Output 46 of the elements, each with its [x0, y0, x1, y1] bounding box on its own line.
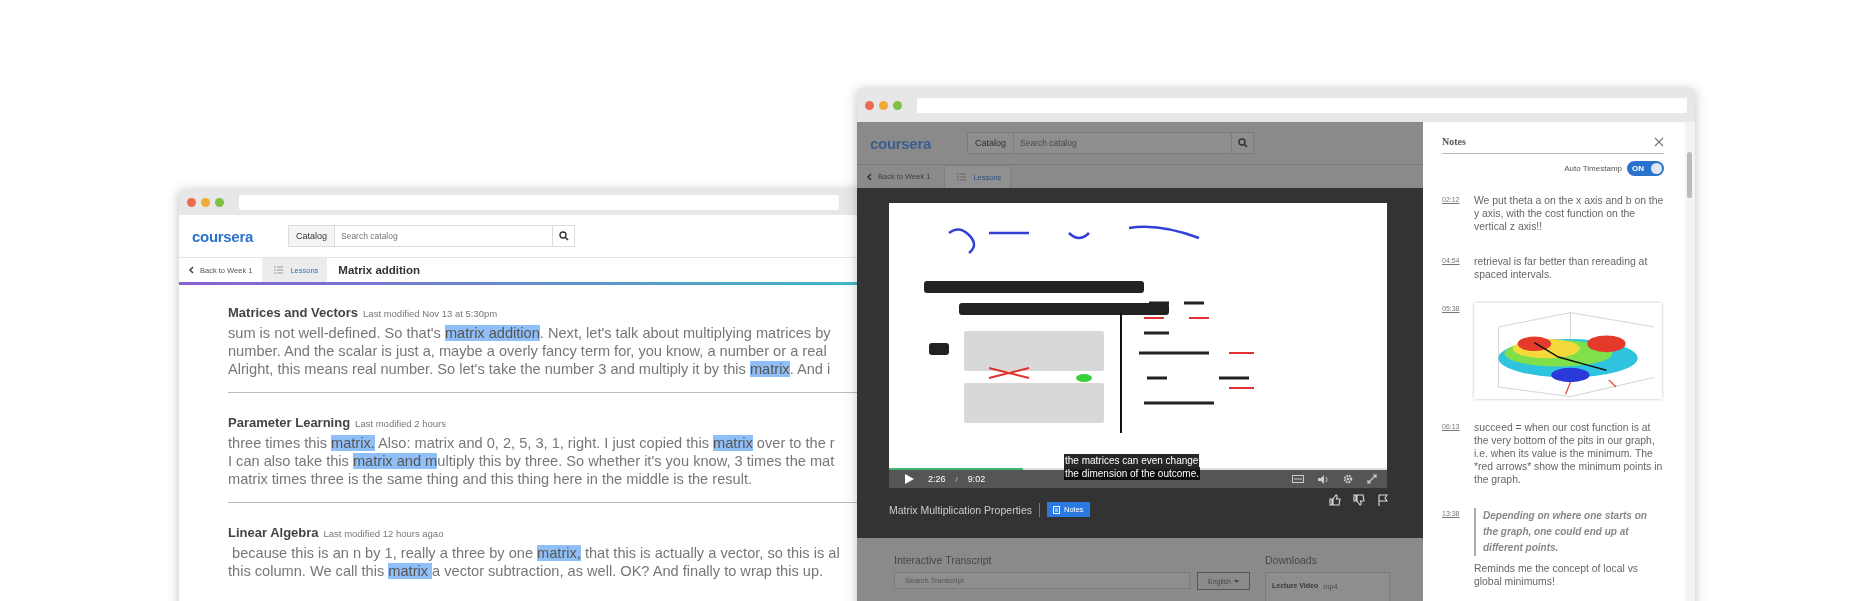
volume-icon[interactable] [1318, 474, 1329, 484]
section-title: Parameter Learning [228, 415, 351, 430]
chevron-left-icon [188, 266, 194, 274]
lecture-title: Matrix Multiplication Properties [889, 503, 1032, 516]
settings-icon[interactable] [1343, 474, 1353, 484]
flag-icon[interactable] [1377, 494, 1389, 506]
thumbs-down-icon[interactable] [1353, 494, 1365, 506]
note-quote: Depending on where one starts on the graph, one could end up at different points. [1474, 508, 1664, 556]
modified-date: Last modified 2 hours [355, 418, 446, 429]
modified-date: Last modified 12 hours agao [323, 528, 444, 539]
section-heading: Interactive Transcript [894, 554, 993, 566]
current-time: 2:26 [928, 474, 946, 484]
caret-icon [1234, 579, 1239, 583]
transcript-line: matrix times three is the same thing and this thing here in the middle is the result. [228, 470, 753, 488]
fullscreen-icon[interactable] [1367, 474, 1377, 484]
play-icon[interactable] [905, 474, 914, 484]
note-text: succeed = when our cost function is at the very bottom of the pits in our graph, i.e. when its value is the minimum. The *red arrows* show the minimum points in the graph. [1474, 421, 1664, 486]
search-field[interactable]: Search catalog [1014, 132, 1232, 154]
panel-title: Notes [1442, 136, 1466, 147]
note-text: Reminds me the concept of local vs global minimums! [1474, 562, 1640, 588]
time-separator: / [955, 474, 958, 484]
captions-icon[interactable] [1292, 475, 1304, 483]
toggle-switch[interactable]: ON [1627, 161, 1664, 176]
note-text: We put theta a on the x axis and b on the y axis, with the cost function on the vertical z axis!! [1474, 194, 1664, 233]
close-icon[interactable] [1654, 136, 1664, 147]
notes-icon [1052, 505, 1060, 514]
search-icon [558, 231, 569, 241]
section-title: Matrices and Vectors [228, 305, 359, 320]
transcript-line: number. And the scalar is just a, maybe a overly fancy term for, you know, a number or a real [228, 342, 828, 360]
scrollbar[interactable] [1687, 152, 1692, 198]
chevron-left-icon [866, 172, 872, 181]
video-caption: the dimension of the outcome. [1064, 467, 1200, 480]
note-text: retrieval is far better than rereading at spaced intervals. [1474, 255, 1649, 281]
list-icon [274, 266, 284, 274]
section-heading: Downloads [1265, 554, 1318, 566]
logo[interactable]: coursera [192, 227, 260, 245]
thumbs-up-icon[interactable] [1329, 494, 1341, 506]
duration: 9:02 [967, 474, 986, 484]
video-caption: the matrices can even change [1064, 454, 1200, 467]
search-icon [1237, 138, 1248, 148]
toggle-label: Auto Timestamp [1564, 164, 1622, 173]
catalog-button[interactable]: Catalog [967, 132, 1014, 154]
catalog-button[interactable]: Catalog [288, 225, 335, 247]
section-title: Linear Algebra [228, 525, 319, 540]
page-title: Matrix addition [338, 264, 421, 276]
modified-date: Last modified Nov 13 at 5:30pm [363, 308, 498, 319]
